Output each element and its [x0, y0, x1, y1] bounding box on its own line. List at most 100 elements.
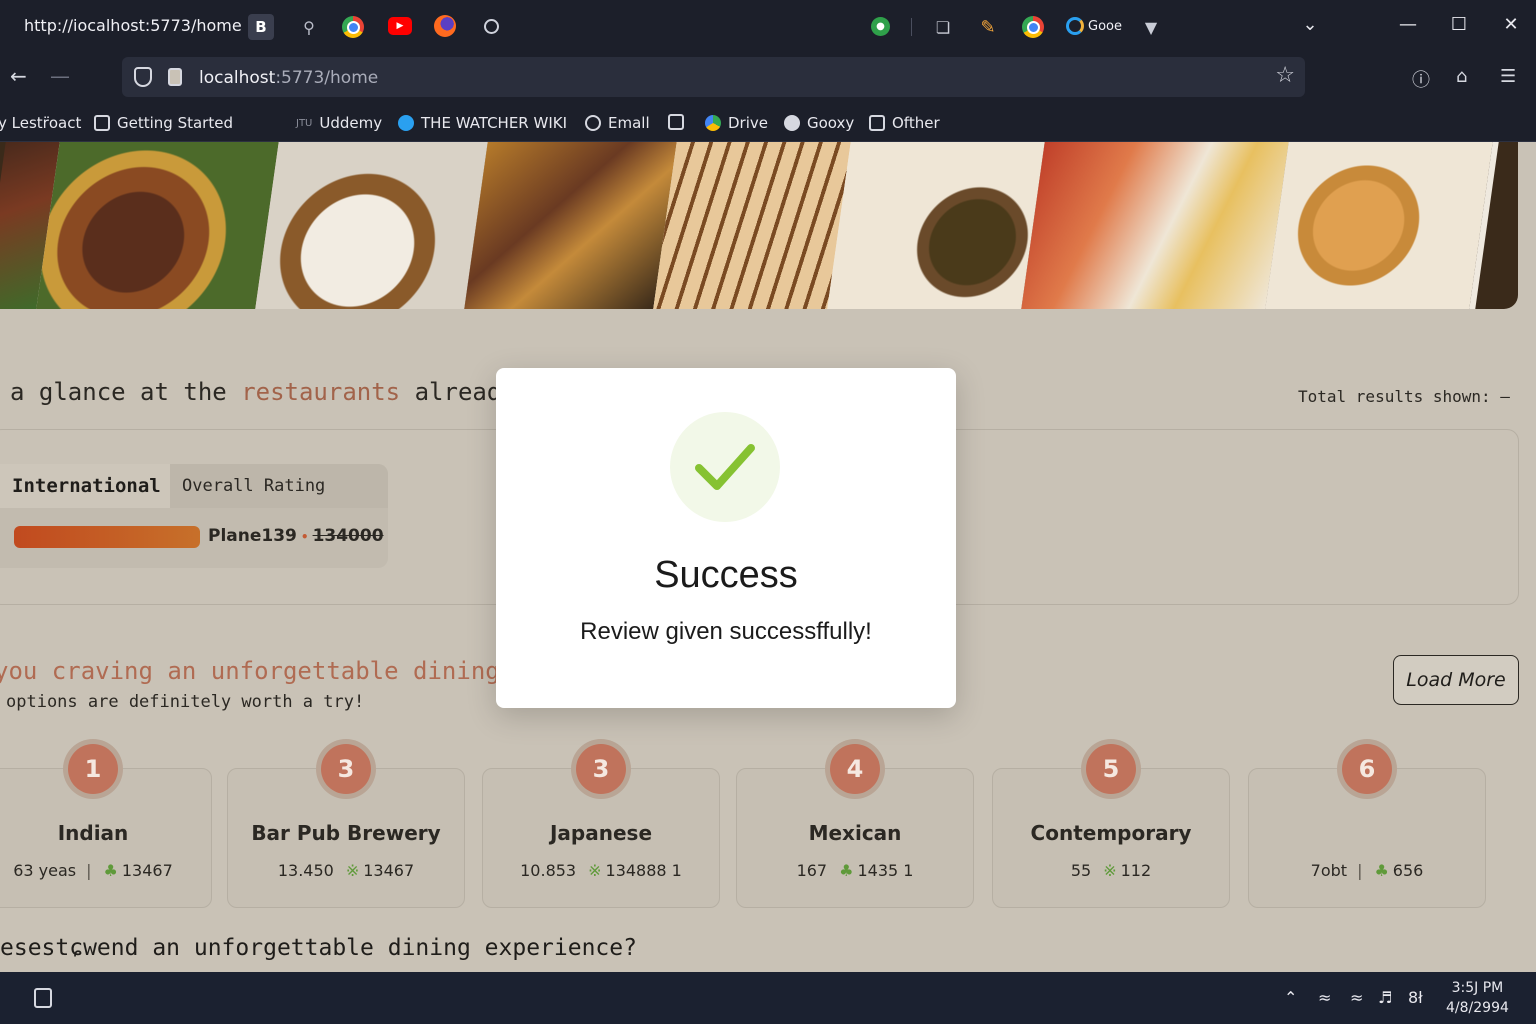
stat-left: 55 — [1070, 861, 1092, 880]
tab-international[interactable]: International — [0, 464, 170, 508]
pen-icon[interactable]: ✎ — [975, 14, 1001, 40]
navigation-bar: ← — localhost:5773/home ☆ ⓘ ⌂ ☰ — [0, 52, 1536, 102]
bookmark-watcher-wiki[interactable]: THE WATCHER WIKI — [398, 114, 567, 132]
rank-badge: 5 — [1081, 739, 1141, 799]
tray-chevron-icon[interactable]: ⌃ — [1284, 988, 1297, 1007]
stat-right: 13467 — [363, 861, 415, 880]
toolbar-divider — [911, 18, 912, 36]
rank-number: 3 — [576, 744, 626, 794]
back-arrow-icon[interactable]: ← — [10, 64, 27, 88]
maximize-icon[interactable]: ☐ — [1447, 14, 1471, 35]
cuisine-card[interactable]: 6 7obt | ♣ 656 — [1248, 739, 1486, 908]
food-slice — [827, 142, 1051, 309]
cuisine-card[interactable]: 1 Indian 63 yeas | ♣ 13467 — [0, 739, 212, 908]
cuisine-card[interactable]: 3 Bar Pub Brewery 13.450 ※ 13467 — [227, 739, 465, 908]
cuisine-card[interactable]: 4 Mexican 167 ♣ 1435 1 — [736, 739, 974, 908]
stat-left: 13.450 — [277, 861, 334, 880]
minimize-icon[interactable]: — — [1396, 14, 1420, 35]
leaf-icon: ♣ — [103, 861, 118, 880]
rating-dot: • — [300, 530, 309, 544]
extensions-icon[interactable]: ⌂ — [1456, 66, 1467, 87]
taskbar-app-icon[interactable] — [34, 988, 52, 1008]
bookmark-gooxy[interactable]: Gooxy — [784, 114, 854, 132]
cuisine-card[interactable]: 3 Japanese 10.853 ※ 134888 1 — [482, 739, 720, 908]
youtube-icon[interactable]: ▶ — [388, 17, 412, 35]
stat-right: 13467 — [121, 861, 173, 880]
rank-number: 1 — [68, 744, 118, 794]
forward-arrow-icon[interactable]: — — [50, 64, 70, 88]
food-banner-image — [0, 142, 1518, 309]
stat-right: 112 — [1120, 861, 1152, 880]
chrome-profile-icon[interactable] — [1022, 16, 1044, 38]
firefox-icon[interactable] — [434, 15, 456, 37]
bookmark-label: y Lestr̈oact — [0, 114, 82, 132]
stat-separator: | — [86, 861, 92, 880]
leaf-icon: ※ — [588, 861, 602, 880]
chrome-icon[interactable] — [342, 16, 364, 38]
close-icon[interactable]: ✕ — [1499, 14, 1523, 35]
rank-badge: 3 — [571, 739, 631, 799]
stat-right: 1435 1 — [857, 861, 914, 880]
cuisine-stats: 7obt | ♣ 656 — [1249, 861, 1485, 880]
cuisine-stats: 13.450 ※ 13467 — [228, 861, 464, 880]
tracking-shield-icon[interactable] — [134, 67, 152, 87]
rating-bar — [14, 526, 200, 548]
load-more-button[interactable]: Load More — [1393, 655, 1519, 705]
page-info-icon[interactable] — [168, 68, 182, 86]
bookmark-stack[interactable] — [668, 114, 684, 130]
food-slice — [1265, 142, 1499, 309]
rating-summary: Plane139 • 134000 — [208, 526, 384, 546]
cuisine-name: Japanese — [549, 821, 653, 845]
url-path: :5773/home — [275, 68, 379, 88]
tab-list-chevron-icon[interactable]: ⌄ — [1298, 14, 1322, 35]
bookmark-uddemy[interactable]: JTU Uddemy — [296, 114, 382, 132]
bookmark-star-icon[interactable]: ☆ — [1275, 63, 1295, 88]
drive-icon — [705, 115, 721, 131]
total-results: Total results shown: — — [1298, 387, 1510, 406]
stat-left: 63 yeas — [13, 861, 77, 880]
menu-icon[interactable]: ☰ — [1500, 66, 1516, 87]
tab-overall-rating[interactable]: Overall Rating — [170, 464, 388, 508]
tab-manager-icon[interactable]: ❏ — [930, 14, 956, 40]
address-url[interactable]: localhost:5773/home — [199, 68, 378, 88]
b-extension-icon[interactable]: B — [248, 14, 274, 40]
bookmark-drive[interactable]: Drive — [705, 114, 768, 132]
green-extension-icon[interactable]: ● — [871, 17, 890, 36]
cuisine-card[interactable]: 5 Contemporary 55 ※ 112 — [992, 739, 1230, 908]
cuisine-name: Bar Pub Brewery — [251, 821, 441, 845]
bookmark-label: Drive — [728, 114, 768, 132]
system-clock[interactable]: 3:5J PM 4/8/2994 — [1446, 978, 1509, 1018]
rank-number: 3 — [321, 744, 371, 794]
wifi-icon[interactable]: ≈ — [1318, 988, 1331, 1007]
rank-badge: 6 — [1337, 739, 1397, 799]
q-logo-icon — [1066, 17, 1084, 35]
cuisine-name: Contemporary — [1030, 821, 1192, 845]
tray-text[interactable]: 8ł — [1408, 988, 1423, 1007]
rank-badge: 4 — [825, 739, 885, 799]
bookmark-lestroact[interactable]: y Lestr̈oact — [0, 114, 81, 132]
modal-message: Review given successffully! — [580, 618, 872, 645]
tab-title[interactable]: http://iocalhost:5773/home — [24, 16, 242, 35]
browser-titlebar: http://iocalhost:5773/home B ⚲ ▶ ● ❏ ✎ G… — [0, 0, 1536, 52]
network-icon[interactable]: ≈ — [1350, 988, 1363, 1007]
bookmark-emall[interactable]: Emall — [585, 114, 650, 132]
address-bar[interactable]: localhost:5773/home ☆ — [122, 57, 1305, 97]
checkmark-icon — [695, 444, 755, 490]
food-slice — [1021, 142, 1295, 309]
gooe-extension[interactable]: Gooe — [1066, 17, 1122, 35]
key-extension-icon[interactable]: ⚲ — [296, 14, 322, 40]
bookmark-label: Emall — [608, 114, 650, 132]
help-icon[interactable]: ⓘ — [1412, 66, 1430, 92]
glance-heading: a glance at the restaurants already — [10, 378, 516, 406]
volume-icon[interactable]: ♬ — [1378, 988, 1392, 1007]
rank-number: 6 — [1342, 744, 1392, 794]
circle-icon[interactable] — [484, 19, 499, 34]
bookmark-getting-started[interactable]: Getting Started — [94, 114, 233, 132]
food-slice — [36, 142, 285, 309]
rank-number: 4 — [830, 744, 880, 794]
bookmark-other[interactable]: Ofther — [869, 114, 940, 132]
shield-extension-icon[interactable]: ▼ — [1138, 14, 1164, 40]
rating-name: Plane139 — [208, 526, 297, 546]
rank-number: 5 — [1086, 744, 1136, 794]
leaf-icon: ♣ — [839, 861, 854, 880]
